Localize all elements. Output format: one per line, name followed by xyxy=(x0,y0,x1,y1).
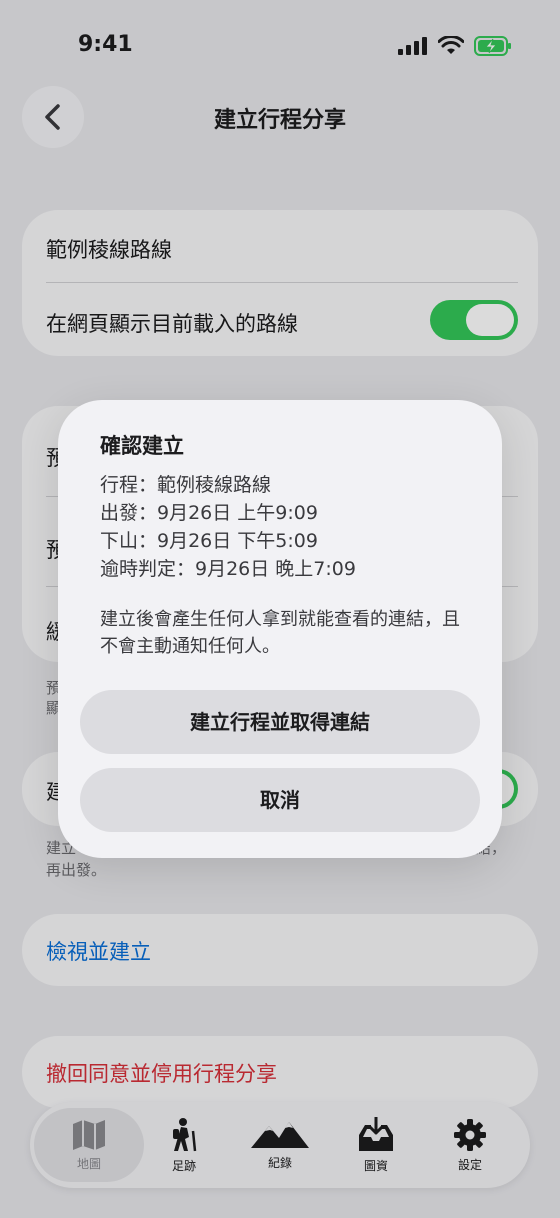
confirm-dialog: 確認建立 行程：範例稜線路線 出發：9月26日 上午9:09 下山：9月26日 … xyxy=(58,400,502,858)
confirm-create-button[interactable]: 建立行程並取得連結 xyxy=(80,690,480,754)
dialog-return-line: 下山：9月26日 下午5:09 xyxy=(100,530,318,552)
cancel-button[interactable]: 取消 xyxy=(80,768,480,832)
dialog-message: 建立後會產生任何人拿到就能查看的連結，且不會主動通知任何人。 xyxy=(100,609,460,657)
dialog-trip-line: 行程：範例稜線路線 xyxy=(100,474,272,496)
dialog-title: 確認建立 xyxy=(100,434,184,458)
dialog-overdue-line: 逾時判定：9月26日 晚上7:09 xyxy=(100,558,356,580)
dialog-departure-line: 出發：9月26日 上午9:09 xyxy=(100,502,318,524)
